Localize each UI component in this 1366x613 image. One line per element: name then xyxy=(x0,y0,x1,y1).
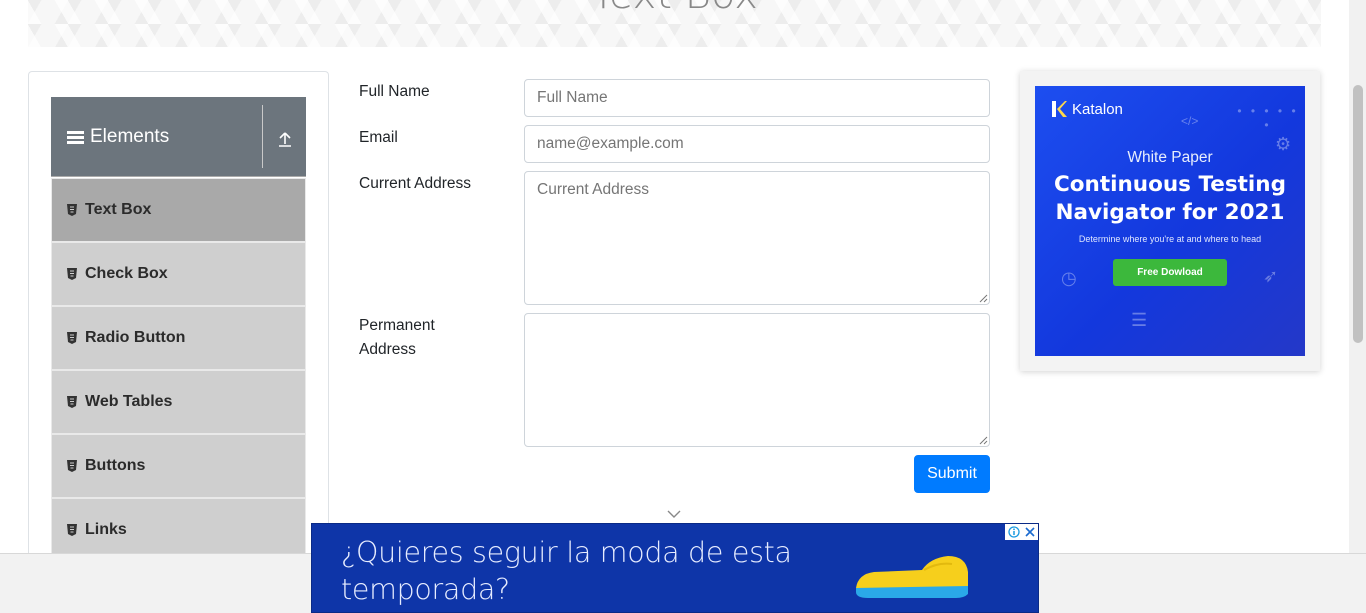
dots-decoration-icon: • • • • • • xyxy=(1237,104,1299,132)
current-address-label: Current Address xyxy=(359,175,471,192)
page-title: Text Box xyxy=(28,0,1321,18)
chevron-down-icon[interactable] xyxy=(667,509,681,519)
close-icon[interactable] xyxy=(1022,524,1038,540)
header-banner: Text Box xyxy=(28,0,1321,47)
full-name-input[interactable] xyxy=(524,79,990,117)
ad-headline-line2: Navigator for 2021 xyxy=(1055,200,1285,225)
side-ad-frame: Katalon </> • • • • • • ⚙ ◷ ➶ ☰ White Pa… xyxy=(1020,71,1320,371)
vertical-scrollbar[interactable] xyxy=(1349,0,1366,553)
ad-headline-line1: Continuous Testing xyxy=(1053,172,1286,197)
menu-item-check-box[interactable]: Check Box xyxy=(51,242,306,306)
adchoices-icon[interactable] xyxy=(1005,524,1022,540)
submit-button[interactable]: Submit xyxy=(914,455,990,493)
permanent-address-label: Permanent Address xyxy=(359,314,435,362)
menu-list: Text Box Check Box Radio Button Web Tabl… xyxy=(51,178,306,562)
html5-icon xyxy=(67,268,77,280)
ad-subtext: Determine where you're at and where to h… xyxy=(1078,234,1262,244)
shoe-image xyxy=(856,556,968,598)
html5-icon xyxy=(67,396,77,408)
resize-grip-icon[interactable] xyxy=(979,436,988,445)
hamburger-icon xyxy=(67,129,84,146)
email-input[interactable] xyxy=(524,125,990,163)
timer-icon: ◷ xyxy=(1061,268,1077,288)
menu-item-radio-button[interactable]: Radio Button xyxy=(51,306,306,370)
permanent-address-label-line1: Permanent xyxy=(359,317,435,334)
html5-icon xyxy=(67,524,77,536)
menu-item-web-tables[interactable]: Web Tables xyxy=(51,370,306,434)
resize-grip-icon[interactable] xyxy=(979,294,988,303)
ad-headline: Continuous Testing Navigator for 2021 xyxy=(1035,171,1305,227)
scrollbar-thumb[interactable] xyxy=(1353,85,1363,343)
left-navigation-panel: Elements Text Box Check Box Radio Button xyxy=(28,71,329,591)
bottom-ad-text: ¿Quieres seguir la moda de esta temporad… xyxy=(341,536,792,606)
ad-kicker: White Paper xyxy=(1127,149,1213,166)
menu-item-label: Web Tables xyxy=(85,393,173,410)
menu-item-label: Buttons xyxy=(85,457,146,474)
menu-item-text-box[interactable]: Text Box xyxy=(51,178,306,242)
full-name-label: Full Name xyxy=(359,83,430,100)
menu-item-buttons[interactable]: Buttons xyxy=(51,434,306,498)
bottom-banner-ad[interactable]: ¿Quieres seguir la moda de esta temporad… xyxy=(311,523,1039,613)
ad-cta-button[interactable]: Free Dowload xyxy=(1113,259,1227,286)
code-icon: </> xyxy=(1181,114,1199,128)
html5-icon xyxy=(67,460,77,472)
group-title-label: Elements xyxy=(90,126,170,147)
group-title: Elements xyxy=(67,126,169,148)
current-address-textarea[interactable] xyxy=(524,171,990,305)
header-divider xyxy=(262,105,263,168)
list-icon: ☰ xyxy=(1131,310,1148,330)
page: Text Box Elements Text Box Check Box xyxy=(0,0,1366,613)
collapse-up-icon[interactable] xyxy=(277,131,293,147)
email-label: Email xyxy=(359,129,398,146)
permanent-address-label-line2: Address xyxy=(359,341,416,358)
katalon-logo-icon xyxy=(1052,101,1067,117)
html5-icon xyxy=(67,332,77,344)
rocket-icon: ➶ xyxy=(1263,266,1279,286)
permanent-address-textarea[interactable] xyxy=(524,313,990,447)
ad-logo: Katalon xyxy=(1050,100,1123,118)
katalon-ad[interactable]: Katalon </> • • • • • • ⚙ ◷ ➶ ☰ White Pa… xyxy=(1035,86,1305,356)
menu-item-label: Text Box xyxy=(85,201,152,218)
menu-item-label: Radio Button xyxy=(85,329,186,346)
elements-group-header[interactable]: Elements xyxy=(51,97,306,177)
menu-item-label: Links xyxy=(85,521,127,538)
html5-icon xyxy=(67,204,77,216)
ad-brand: Katalon xyxy=(1072,100,1123,118)
menu-item-label: Check Box xyxy=(85,265,168,282)
